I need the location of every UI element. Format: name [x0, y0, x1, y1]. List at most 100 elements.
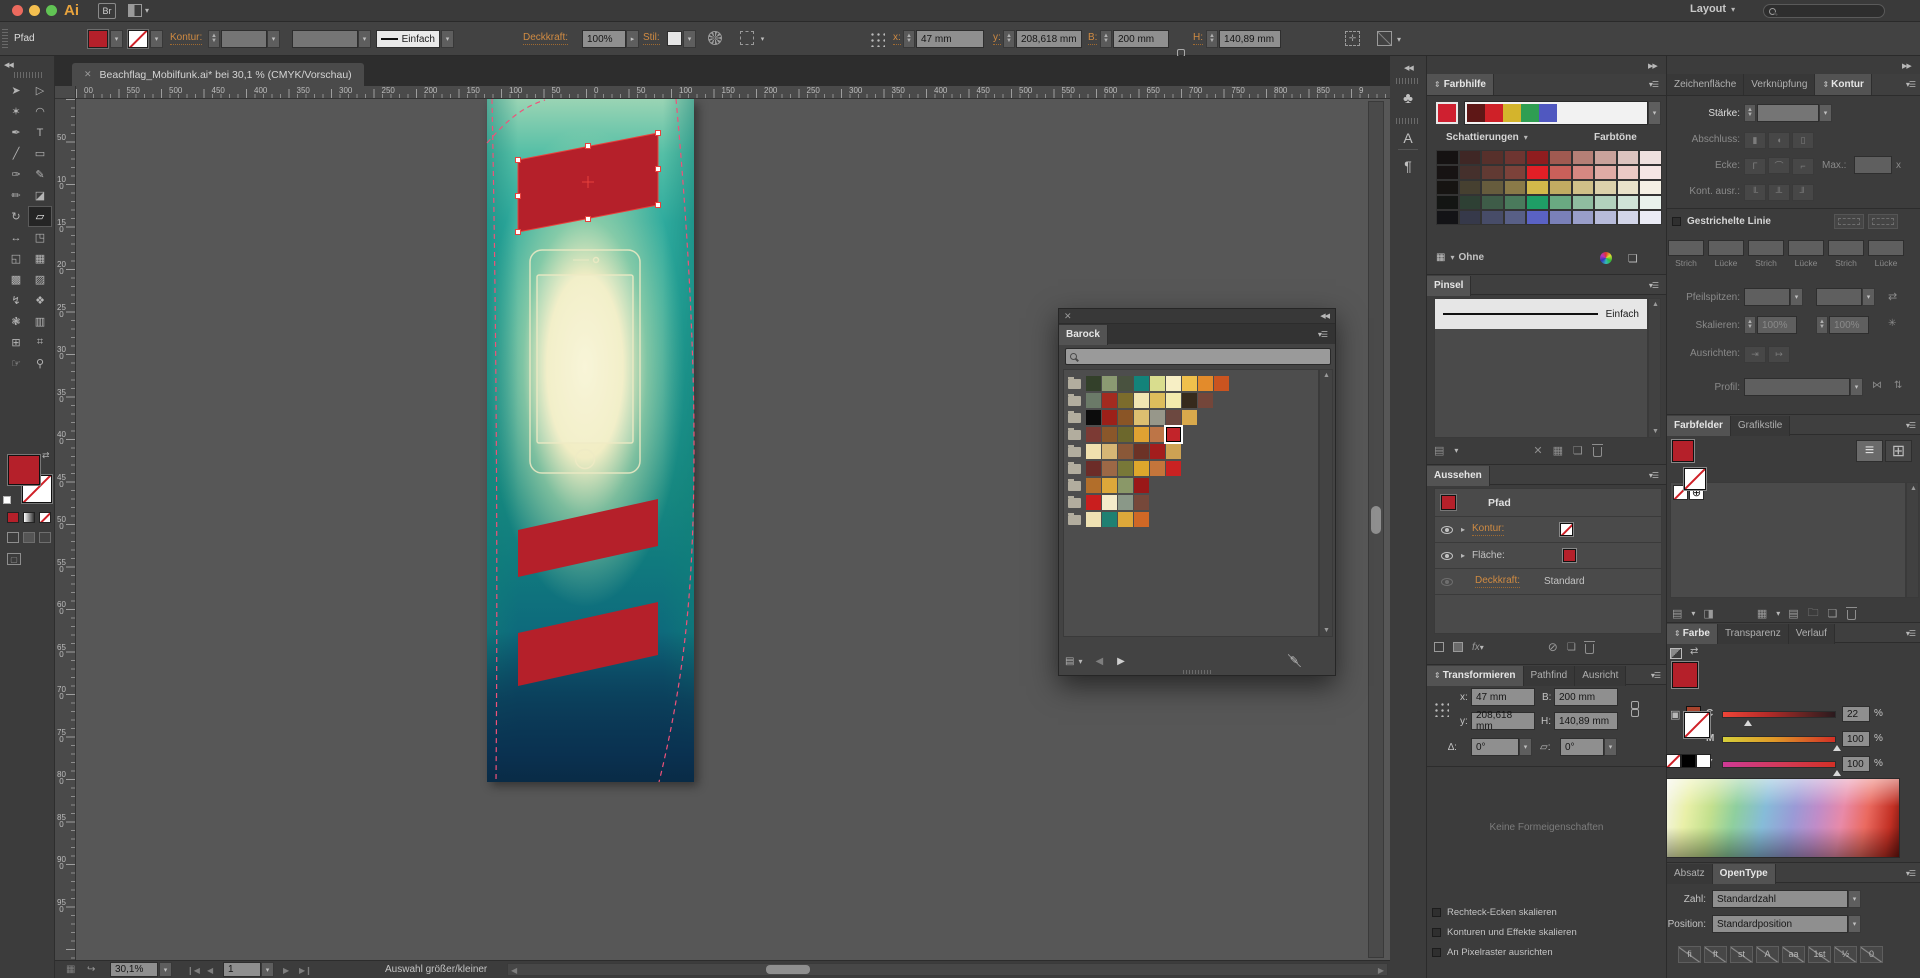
stroke-weight-field[interactable] [221, 30, 267, 48]
flip-along-icon[interactable]: ⋈ [1872, 380, 1882, 391]
color-group-folder-icon[interactable] [1068, 396, 1081, 406]
gradient-button[interactable] [23, 512, 35, 523]
color-swatch[interactable] [1086, 461, 1101, 476]
shear-tool[interactable]: ▱ [28, 206, 52, 227]
width-stepper[interactable]: ▲▼ [1100, 30, 1112, 48]
position-field[interactable]: Standardposition [1712, 915, 1848, 933]
color-group-folder-icon[interactable] [1068, 498, 1081, 508]
selection-handle[interactable] [516, 194, 521, 199]
color-swatch[interactable] [1214, 376, 1229, 391]
swatch-libraries-icon[interactable]: ▤ [1672, 607, 1682, 620]
opacity-label[interactable]: Deckkraft: [523, 32, 568, 45]
tx-w-field[interactable]: 200 mm [1554, 688, 1618, 706]
gradient-tool[interactable]: ▨ [28, 269, 52, 290]
color-swatch[interactable] [1102, 376, 1117, 391]
shade-cell[interactable] [1481, 165, 1504, 180]
shade-cell[interactable] [1526, 165, 1549, 180]
color-swatch[interactable] [1182, 393, 1197, 408]
opentype-tab[interactable]: OpenType [1713, 864, 1776, 884]
shade-cell[interactable] [1526, 195, 1549, 210]
farbhilfe-base-color[interactable] [1436, 102, 1458, 124]
shade-cell[interactable] [1617, 210, 1640, 225]
swatches-stroke-proxy[interactable] [1684, 468, 1706, 490]
white-quick-swatch[interactable] [1696, 754, 1711, 768]
collapse-column-icon[interactable]: ▶▶ [1902, 62, 1911, 70]
shade-cell[interactable] [1504, 150, 1527, 165]
weight-field[interactable] [1757, 104, 1819, 122]
pinsel-tab[interactable]: Pinsel [1427, 276, 1471, 296]
share-icon[interactable]: ↪ [87, 964, 95, 975]
limit-colors-button[interactable]: ▦ ▾ Ohne [1436, 252, 1484, 263]
pen-tool[interactable]: ✒ [4, 122, 28, 143]
panel-menu-icon[interactable]: ▾☰ [1649, 281, 1658, 290]
stroke-row-label[interactable]: Kontur: [1472, 523, 1504, 536]
swap-fill-stroke-icon[interactable]: ⇄ [42, 450, 50, 461]
color-swatch[interactable] [1102, 410, 1117, 425]
channel-value-field[interactable]: 22 [1842, 706, 1870, 722]
last-artboard-button[interactable]: ▶❙ [299, 966, 312, 975]
brush-definition-dropdown[interactable]: ▾ [358, 30, 371, 48]
channel-slider[interactable] [1722, 736, 1836, 743]
shade-cell[interactable] [1436, 150, 1459, 165]
variable-width-profile-field[interactable]: Einfach [376, 30, 440, 48]
stroke-color-swatch[interactable] [128, 30, 148, 48]
expand-icon[interactable]: ▸ [1461, 525, 1464, 534]
color-swatch[interactable] [1134, 461, 1149, 476]
color-swatch[interactable] [1118, 461, 1133, 476]
color-swatch[interactable] [1118, 495, 1133, 510]
figure-dropdown[interactable]: ▾ [1848, 890, 1861, 908]
red-stripe-bottom[interactable] [518, 602, 658, 686]
appearance-fill-row[interactable]: ▸ Fläche: [1435, 543, 1661, 569]
color-swatch[interactable] [1118, 444, 1133, 459]
default-fill-stroke-icon[interactable] [3, 496, 11, 504]
clear-appearance-icon[interactable]: ⊘ [1548, 640, 1558, 654]
selection-handle[interactable] [656, 167, 661, 172]
color-swatch[interactable] [1182, 410, 1197, 425]
shade-cell[interactable] [1572, 165, 1595, 180]
scroll-down-icon[interactable]: ▼ [1323, 627, 1330, 634]
shade-cell[interactable] [1594, 165, 1617, 180]
brush-options-icon[interactable]: ▦ [1553, 444, 1563, 457]
weight-dropdown[interactable]: ▾ [1819, 104, 1832, 122]
glyphs-panel-icon[interactable]: A [1398, 130, 1418, 150]
swatches-fill-proxy[interactable] [1672, 440, 1694, 462]
opentype-feature-button[interactable]: ½ [1834, 946, 1857, 963]
pathfinder-tab[interactable]: Pathfind [1524, 666, 1576, 686]
color-swatch[interactable] [1086, 495, 1101, 510]
hand-tool[interactable]: ☞ [4, 353, 28, 374]
slider-marker[interactable] [1833, 770, 1841, 776]
channel-slider[interactable] [1722, 711, 1836, 718]
width-tool[interactable]: ↔ [4, 227, 28, 248]
scale-start-stepper[interactable]: ▲▼ [1744, 316, 1756, 334]
select-similar-dropdown[interactable]: ▾ [756, 30, 769, 48]
fill-color-swatch[interactable] [88, 30, 108, 48]
color-swatch[interactable] [1150, 444, 1165, 459]
panel-menu-icon[interactable]: ▾☰ [1906, 869, 1915, 878]
tx-y-field[interactable]: 208,618 mm [1471, 712, 1535, 730]
shade-cell[interactable] [1504, 165, 1527, 180]
transform-reference-grid[interactable] [1432, 700, 1449, 717]
slider-marker[interactable] [1833, 745, 1841, 751]
miter-field[interactable] [1854, 156, 1892, 174]
shade-cell[interactable] [1594, 195, 1617, 210]
color-swatch[interactable] [1134, 495, 1149, 510]
color-swatch[interactable] [1102, 427, 1117, 442]
draw-behind-icon[interactable] [23, 532, 35, 543]
color-group-folder-icon[interactable] [1068, 447, 1081, 457]
rotate-angle-field[interactable]: 0° [1471, 738, 1519, 756]
panel-menu-icon[interactable]: ▾☰ [1649, 80, 1658, 89]
appearance-target-row[interactable]: Pfad [1435, 489, 1661, 517]
channel-value-field[interactable]: 100 [1842, 731, 1870, 747]
shade-cell[interactable] [1549, 210, 1572, 225]
shade-cell[interactable] [1639, 150, 1662, 165]
swatch-options-icon[interactable]: ▦ [1757, 607, 1767, 620]
scroll-up-icon[interactable]: ▲ [1323, 372, 1330, 379]
join-button[interactable]: ⌒ [1768, 157, 1790, 174]
shear-angle-dropdown[interactable]: ▾ [1604, 738, 1617, 756]
brush-libraries-icon[interactable]: ▤ [1434, 444, 1444, 457]
minimize-window-button[interactable] [29, 5, 40, 16]
align-tab[interactable]: Ausricht [1575, 666, 1626, 686]
shade-cell[interactable] [1617, 165, 1640, 180]
direct-selection-tool[interactable]: ▷ [28, 80, 52, 101]
collapse-tools-icon[interactable]: ◀◀ [4, 61, 13, 69]
